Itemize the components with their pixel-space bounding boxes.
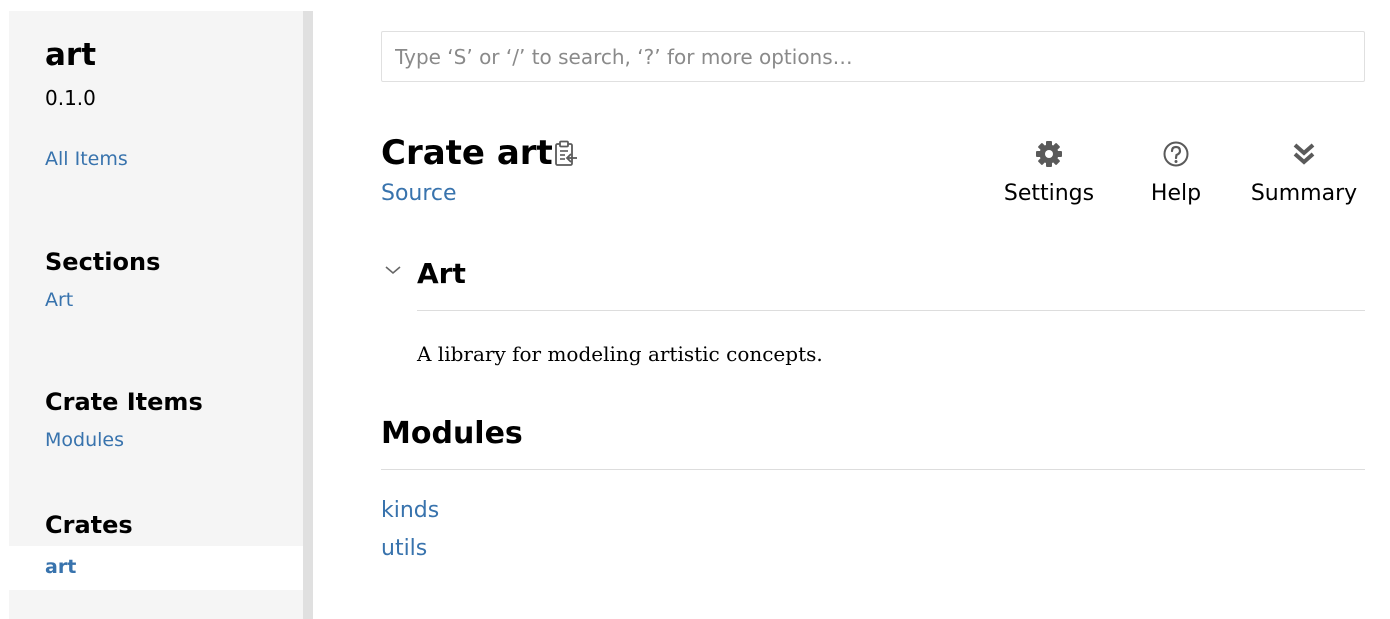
sidebar-resizer[interactable] [303,11,313,619]
help-label: Help [1150,181,1202,206]
sidebar-sections-heading: Sections [45,248,161,276]
section-divider [417,310,1365,311]
help-button[interactable]: Help [1142,136,1210,212]
sidebar-item-crate-art[interactable]: art [45,554,76,580]
chevron-down-icon[interactable] [384,262,402,276]
section-heading-art: Art [417,257,466,290]
sidebar-crate-name[interactable]: art [45,35,96,75]
module-link-kinds[interactable]: kinds [381,497,439,525]
sidebar-item-art-section[interactable]: Art [45,287,73,313]
sidebar-item-modules[interactable]: Modules [45,427,124,453]
module-link-utils[interactable]: utils [381,535,427,563]
modules-heading[interactable]: Modules [381,414,523,454]
settings-button[interactable]: Settings [1000,136,1098,212]
source-link[interactable]: Source [381,180,457,208]
summary-label: Summary [1250,181,1358,206]
sidebar-current-crate[interactable]: art [9,546,303,590]
summary-button[interactable]: Summary [1248,136,1360,212]
settings-label: Settings [1003,181,1095,206]
double-chevron-down-icon [1290,140,1318,168]
crate-description: A library for modeling artistic concepts… [417,342,823,366]
sidebar-crate-version: 0.1.0 [45,86,96,110]
copy-path-icon[interactable] [553,140,579,168]
search-input[interactable] [381,31,1365,82]
sidebar: art 0.1.0 All Items Sections Art Crate I… [9,11,303,619]
sidebar-crates-heading: Crates [45,511,133,539]
sidebar-all-items-link[interactable]: All Items [45,146,128,172]
gear-icon [1035,140,1063,168]
sidebar-crate-items-heading: Crate Items [45,388,203,416]
page-title: Crate art [381,133,553,173]
modules-divider [381,469,1365,470]
help-icon [1162,140,1190,168]
